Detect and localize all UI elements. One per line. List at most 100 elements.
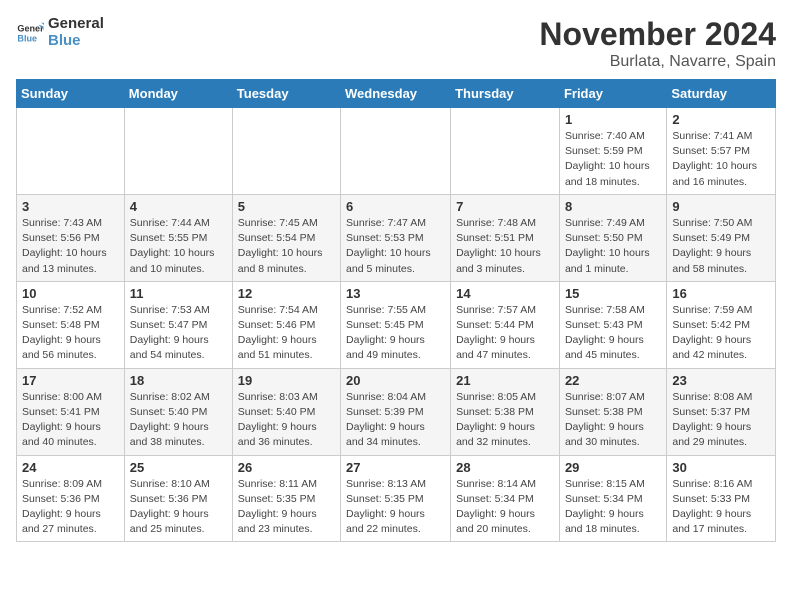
logo-line1: General bbox=[48, 16, 104, 33]
day-number: 26 bbox=[238, 460, 335, 475]
calendar-cell: 14 Sunrise: 7:57 AM Sunset: 5:44 PM Dayli… bbox=[451, 281, 560, 368]
day-header-thursday: Thursday bbox=[451, 80, 560, 108]
day-info: Sunrise: 7:45 AM Sunset: 5:54 PM Dayligh… bbox=[238, 216, 335, 277]
day-info: Sunrise: 8:08 AM Sunset: 5:37 PM Dayligh… bbox=[672, 390, 770, 451]
day-header-wednesday: Wednesday bbox=[341, 80, 451, 108]
day-info: Sunrise: 7:58 AM Sunset: 5:43 PM Dayligh… bbox=[565, 303, 661, 364]
week-row-3: 10Sunrise: 7:52 AM Sunset: 5:48 PM Dayli… bbox=[17, 281, 776, 368]
calendar-cell: 13 Sunrise: 7:55 AM Sunset: 5:45 PM Dayli… bbox=[341, 281, 451, 368]
calendar-cell bbox=[17, 108, 125, 195]
day-info: Sunrise: 7:49 AM Sunset: 5:50 PM Dayligh… bbox=[565, 216, 661, 277]
day-header-tuesday: Tuesday bbox=[232, 80, 340, 108]
location-subtitle: Burlata, Navarre, Spain bbox=[539, 53, 776, 71]
day-number: 11 bbox=[130, 286, 227, 301]
calendar-cell: 26 Sunrise: 8:11 AM Sunset: 5:35 PM Dayli… bbox=[232, 455, 340, 542]
day-number: 18 bbox=[130, 373, 227, 388]
day-number: 8 bbox=[565, 199, 661, 214]
calendar-cell: 30 Sunrise: 8:16 AM Sunset: 5:33 PM Dayli… bbox=[667, 455, 776, 542]
calendar-cell: 1 Sunrise: 7:40 AM Sunset: 5:59 PM Daylig… bbox=[559, 108, 666, 195]
day-info: Sunrise: 8:02 AM Sunset: 5:40 PM Dayligh… bbox=[130, 390, 227, 451]
calendar-cell: 29 Sunrise: 8:15 AM Sunset: 5:34 PM Dayli… bbox=[559, 455, 666, 542]
calendar-body: 1 Sunrise: 7:40 AM Sunset: 5:59 PM Daylig… bbox=[17, 108, 776, 542]
calendar-cell: 16 Sunrise: 7:59 AM Sunset: 5:42 PM Dayli… bbox=[667, 281, 776, 368]
day-number: 24 bbox=[22, 460, 119, 475]
calendar-cell: 7 Sunrise: 7:48 AM Sunset: 5:51 PM Daylig… bbox=[451, 194, 560, 281]
day-number: 4 bbox=[130, 199, 227, 214]
day-number: 25 bbox=[130, 460, 227, 475]
calendar-cell: 2 Sunrise: 7:41 AM Sunset: 5:57 PM Daylig… bbox=[667, 108, 776, 195]
calendar-cell: 5 Sunrise: 7:45 AM Sunset: 5:54 PM Daylig… bbox=[232, 194, 340, 281]
day-info: Sunrise: 8:11 AM Sunset: 5:35 PM Dayligh… bbox=[238, 477, 335, 538]
calendar-cell bbox=[232, 108, 340, 195]
day-info: Sunrise: 8:09 AM Sunset: 5:36 PM Dayligh… bbox=[22, 477, 119, 538]
day-number: 1 bbox=[565, 112, 661, 127]
week-row-5: 24 Sunrise: 8:09 AM Sunset: 5:36 PM Dayli… bbox=[17, 455, 776, 542]
day-number: 7 bbox=[456, 199, 554, 214]
logo-icon: General Blue bbox=[16, 19, 44, 47]
week-row-1: 1 Sunrise: 7:40 AM Sunset: 5:59 PM Daylig… bbox=[17, 108, 776, 195]
day-number: 14 bbox=[456, 286, 554, 301]
day-number: 16 bbox=[672, 286, 770, 301]
calendar-cell: 28 Sunrise: 8:14 AM Sunset: 5:34 PM Dayli… bbox=[451, 455, 560, 542]
calendar-cell: 23Sunrise: 8:08 AM Sunset: 5:37 PM Dayli… bbox=[667, 368, 776, 455]
calendar-cell bbox=[124, 108, 232, 195]
day-info: Sunrise: 8:14 AM Sunset: 5:34 PM Dayligh… bbox=[456, 477, 554, 538]
title-block: November 2024 Burlata, Navarre, Spain bbox=[539, 16, 776, 71]
calendar-cell: 15Sunrise: 7:58 AM Sunset: 5:43 PM Dayli… bbox=[559, 281, 666, 368]
day-info: Sunrise: 8:07 AM Sunset: 5:38 PM Dayligh… bbox=[565, 390, 661, 451]
day-number: 10 bbox=[22, 286, 119, 301]
day-info: Sunrise: 7:55 AM Sunset: 5:45 PM Dayligh… bbox=[346, 303, 445, 364]
calendar-cell: 19Sunrise: 8:03 AM Sunset: 5:40 PM Dayli… bbox=[232, 368, 340, 455]
day-info: Sunrise: 8:15 AM Sunset: 5:34 PM Dayligh… bbox=[565, 477, 661, 538]
day-info: Sunrise: 7:54 AM Sunset: 5:46 PM Dayligh… bbox=[238, 303, 335, 364]
calendar-cell: 9 Sunrise: 7:50 AM Sunset: 5:49 PM Daylig… bbox=[667, 194, 776, 281]
calendar-header-row: SundayMondayTuesdayWednesdayThursdayFrid… bbox=[17, 80, 776, 108]
page-header: General Blue General Blue November 2024 … bbox=[16, 16, 776, 71]
calendar-cell: 4 Sunrise: 7:44 AM Sunset: 5:55 PM Daylig… bbox=[124, 194, 232, 281]
calendar-cell: 25Sunrise: 8:10 AM Sunset: 5:36 PM Dayli… bbox=[124, 455, 232, 542]
day-info: Sunrise: 7:50 AM Sunset: 5:49 PM Dayligh… bbox=[672, 216, 770, 277]
day-info: Sunrise: 8:00 AM Sunset: 5:41 PM Dayligh… bbox=[22, 390, 119, 451]
day-number: 9 bbox=[672, 199, 770, 214]
day-number: 30 bbox=[672, 460, 770, 475]
day-info: Sunrise: 8:13 AM Sunset: 5:35 PM Dayligh… bbox=[346, 477, 445, 538]
day-header-saturday: Saturday bbox=[667, 80, 776, 108]
calendar-cell: 11Sunrise: 7:53 AM Sunset: 5:47 PM Dayli… bbox=[124, 281, 232, 368]
day-info: Sunrise: 8:03 AM Sunset: 5:40 PM Dayligh… bbox=[238, 390, 335, 451]
calendar-cell: 6 Sunrise: 7:47 AM Sunset: 5:53 PM Daylig… bbox=[341, 194, 451, 281]
day-info: Sunrise: 7:40 AM Sunset: 5:59 PM Dayligh… bbox=[565, 129, 661, 190]
day-info: Sunrise: 7:57 AM Sunset: 5:44 PM Dayligh… bbox=[456, 303, 554, 364]
logo-line2: Blue bbox=[48, 33, 104, 50]
calendar-cell: 8 Sunrise: 7:49 AM Sunset: 5:50 PM Daylig… bbox=[559, 194, 666, 281]
day-number: 28 bbox=[456, 460, 554, 475]
calendar-cell bbox=[341, 108, 451, 195]
calendar-cell bbox=[451, 108, 560, 195]
day-header-friday: Friday bbox=[559, 80, 666, 108]
calendar-cell: 18 Sunrise: 8:02 AM Sunset: 5:40 PM Dayli… bbox=[124, 368, 232, 455]
day-number: 2 bbox=[672, 112, 770, 127]
calendar-cell: 20Sunrise: 8:04 AM Sunset: 5:39 PM Dayli… bbox=[341, 368, 451, 455]
calendar-cell: 22 Sunrise: 8:07 AM Sunset: 5:38 PM Dayli… bbox=[559, 368, 666, 455]
week-row-2: 3 Sunrise: 7:43 AM Sunset: 5:56 PM Daylig… bbox=[17, 194, 776, 281]
day-info: Sunrise: 8:16 AM Sunset: 5:33 PM Dayligh… bbox=[672, 477, 770, 538]
day-number: 17 bbox=[22, 373, 119, 388]
calendar-cell: 3 Sunrise: 7:43 AM Sunset: 5:56 PM Daylig… bbox=[17, 194, 125, 281]
day-number: 5 bbox=[238, 199, 335, 214]
day-number: 6 bbox=[346, 199, 445, 214]
day-number: 29 bbox=[565, 460, 661, 475]
day-info: Sunrise: 7:59 AM Sunset: 5:42 PM Dayligh… bbox=[672, 303, 770, 364]
day-number: 3 bbox=[22, 199, 119, 214]
day-info: Sunrise: 7:48 AM Sunset: 5:51 PM Dayligh… bbox=[456, 216, 554, 277]
day-info: Sunrise: 7:43 AM Sunset: 5:56 PM Dayligh… bbox=[22, 216, 119, 277]
day-info: Sunrise: 7:47 AM Sunset: 5:53 PM Dayligh… bbox=[346, 216, 445, 277]
calendar-cell: 27Sunrise: 8:13 AM Sunset: 5:35 PM Dayli… bbox=[341, 455, 451, 542]
svg-text:General: General bbox=[17, 23, 44, 33]
day-info: Sunrise: 8:04 AM Sunset: 5:39 PM Dayligh… bbox=[346, 390, 445, 451]
day-number: 13 bbox=[346, 286, 445, 301]
day-info: Sunrise: 7:41 AM Sunset: 5:57 PM Dayligh… bbox=[672, 129, 770, 190]
month-title: November 2024 bbox=[539, 16, 776, 53]
day-info: Sunrise: 7:44 AM Sunset: 5:55 PM Dayligh… bbox=[130, 216, 227, 277]
svg-text:Blue: Blue bbox=[17, 33, 37, 43]
day-number: 22 bbox=[565, 373, 661, 388]
calendar-cell: 12Sunrise: 7:54 AM Sunset: 5:46 PM Dayli… bbox=[232, 281, 340, 368]
